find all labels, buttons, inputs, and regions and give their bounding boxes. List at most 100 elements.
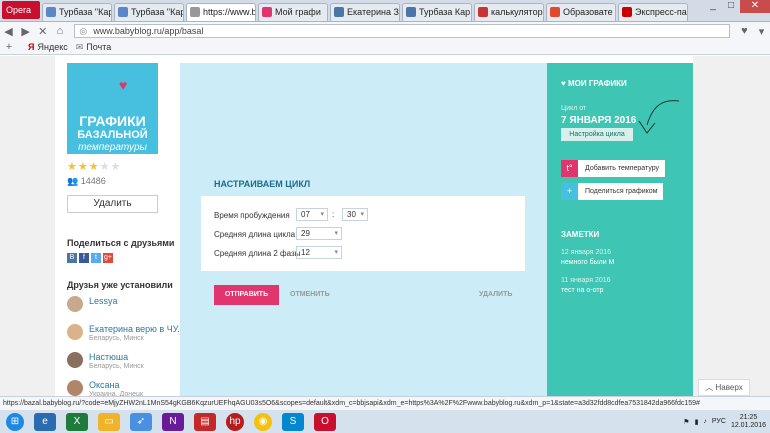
share-graph-button[interactable]: + Поделиться графиком	[561, 183, 664, 200]
add-temperature-button[interactable]: t° Добавить температуру	[561, 160, 666, 177]
share-social-icon[interactable]: f	[79, 253, 89, 263]
star-icon[interactable]: ★	[78, 161, 89, 173]
friend-name[interactable]: Оксана	[89, 380, 120, 390]
back-to-top-button[interactable]: ︿ Наверх	[698, 379, 750, 396]
opera-menu-button[interactable]: Opera	[2, 1, 40, 19]
avatar[interactable]	[67, 380, 83, 396]
phase-length-select[interactable]: 12 ▾	[296, 246, 342, 259]
rocket-icon[interactable]: ➶	[130, 412, 152, 431]
chevron-down-icon: ▾	[334, 249, 338, 256]
time-separator: :	[332, 210, 335, 219]
chrome-icon[interactable]: ◉	[254, 412, 272, 431]
logo-line1: ГРАФИКИ	[79, 113, 146, 129]
delete-app-button[interactable]: Удалить	[67, 195, 158, 213]
clock[interactable]: 21:25 12.01.2016	[731, 414, 766, 430]
language-indicator[interactable]: РУС	[712, 418, 726, 425]
volume-icon[interactable]: ♪	[703, 418, 707, 425]
heart-bookmark-icon[interactable]: ♥	[736, 25, 753, 37]
excel-icon[interactable]: X	[66, 412, 88, 431]
onenote-icon[interactable]: N	[162, 412, 184, 431]
folder-icon[interactable]: ▭	[98, 412, 120, 431]
tab-title: Турбаза "Кар	[131, 7, 184, 17]
my-graphs-link[interactable]: ♥ МОИ ГРАФИКИ	[561, 79, 627, 88]
tab-title: калькулятор	[491, 7, 543, 17]
wake-hour-select[interactable]: 07 ▾	[296, 208, 328, 221]
minimize-button[interactable]: _	[704, 0, 722, 13]
browser-tab[interactable]: Турбаза "Кар	[42, 3, 112, 21]
tab-title: https://www.b	[203, 7, 256, 17]
cycle-settings-button[interactable]: Настройка цикла	[561, 128, 633, 141]
browser-tab[interactable]: Турбаза Кар	[402, 3, 472, 21]
browser-tab[interactable]: Турбаза "Кар	[114, 3, 184, 21]
network-icon[interactable]: ▮	[695, 418, 699, 426]
bookmark-yandex[interactable]: Яндекс	[37, 42, 67, 52]
stop-icon[interactable]: ✕	[34, 25, 51, 38]
ie-icon[interactable]: e	[34, 412, 56, 431]
star-icon[interactable]: ★	[89, 161, 100, 173]
browser-tab[interactable]: Екатерина Зу	[330, 3, 400, 21]
share-social-icon[interactable]: t	[91, 253, 101, 263]
browser-tab[interactable]: Мой графи	[258, 3, 328, 21]
opera-taskbar-icon[interactable]: O	[314, 412, 336, 431]
status-bar: https://bazal.babyblog.ru/?code=eMjyZHW2…	[0, 396, 770, 410]
phase-length-value: 12	[301, 248, 310, 257]
wake-minute-select[interactable]: 30 ▾	[342, 208, 368, 221]
forward-icon[interactable]: ▶	[17, 25, 34, 38]
tab-title: Экспресс-пан	[635, 7, 688, 17]
friend-item[interactable]: Настюша Беларусь, Минск	[67, 352, 180, 374]
share-social-icon[interactable]: g+	[103, 253, 113, 263]
users-icon: 👥	[67, 176, 79, 186]
cycle-date: 7 ЯНВАРЯ 2016	[561, 115, 637, 126]
wake-min-value: 30	[347, 210, 356, 219]
delete-button[interactable]: УДАЛИТЬ	[479, 291, 512, 298]
dropdown-icon[interactable]: ▾	[753, 25, 770, 38]
browser-tab[interactable]: https://www.b	[186, 3, 256, 21]
browser-tab[interactable]: Экспресс-пан	[618, 3, 688, 21]
friend-name[interactable]: Настюша	[89, 352, 128, 362]
browser-tab[interactable]: калькулятор	[474, 3, 544, 21]
form-title: НАСТРАИВАЕМ ЦИКЛ	[214, 179, 311, 189]
cycle-length-select[interactable]: 29 ▾	[296, 227, 342, 240]
friend-name[interactable]: Lessya	[89, 296, 118, 306]
tab-favicon-icon	[550, 7, 560, 17]
note-text[interactable]: тест на о-отр	[561, 287, 603, 294]
friends-title: Друзья уже установили	[67, 280, 173, 290]
avatar[interactable]	[67, 324, 83, 340]
window-controls: _ □ ✕	[704, 0, 770, 21]
avatar[interactable]	[67, 296, 83, 312]
note-text[interactable]: немного были М	[561, 259, 614, 266]
bookmarks-bar: + Я Яндекс ✉ Почта	[0, 40, 770, 55]
close-window-button[interactable]: ✕	[740, 0, 770, 13]
rating-stars[interactable]: ★★★★★	[67, 160, 121, 173]
friend-item[interactable]: Оксана Украина, Донецк	[67, 380, 180, 396]
avatar[interactable]	[67, 352, 83, 368]
send-button[interactable]: ОТПРАВИТЬ	[214, 285, 279, 305]
friend-name[interactable]: Екатерина верю в ЧУ.	[89, 324, 180, 334]
browser-tab[interactable]: Образовате	[546, 3, 616, 21]
back-icon[interactable]: ◀	[0, 25, 17, 38]
flag-icon[interactable]: ⚑	[683, 418, 689, 426]
hp-icon[interactable]: hp	[226, 412, 244, 431]
star-icon[interactable]: ★	[111, 161, 122, 173]
star-icon[interactable]: ★	[100, 161, 111, 173]
heart-icon: ♥	[561, 79, 566, 88]
maximize-button[interactable]: □	[722, 0, 740, 13]
skype-icon[interactable]: S	[282, 412, 304, 431]
share-social-icon[interactable]: В	[67, 253, 77, 263]
friend-item[interactable]: Lessya	[67, 296, 180, 318]
tab-title: Екатерина Зу	[347, 7, 400, 17]
bookmark-mail[interactable]: Почта	[86, 42, 111, 52]
star-icon[interactable]: ★	[67, 161, 78, 173]
pdf-icon[interactable]: ▤	[194, 412, 216, 431]
add-bookmark-icon[interactable]: +	[0, 41, 18, 53]
cancel-button[interactable]: ОТМЕНИТЬ	[290, 291, 330, 298]
page-viewport: ♥ ГРАФИКИ БАЗАЛЬНОЙ температуры ★★★★★ 👥 …	[0, 56, 770, 396]
start-icon[interactable]: ⊞	[6, 412, 24, 431]
address-bar[interactable]: ◎ www.babyblog.ru/app/basal	[74, 24, 730, 38]
tab-favicon-icon	[190, 7, 200, 17]
mail-icon: ✉	[75, 41, 84, 52]
friend-item[interactable]: Екатерина верю в ЧУ. Беларусь, Минск	[67, 324, 180, 346]
home-icon[interactable]: ⌂	[51, 25, 68, 37]
chevron-down-icon: ▾	[360, 211, 364, 218]
tab-favicon-icon	[118, 7, 128, 17]
